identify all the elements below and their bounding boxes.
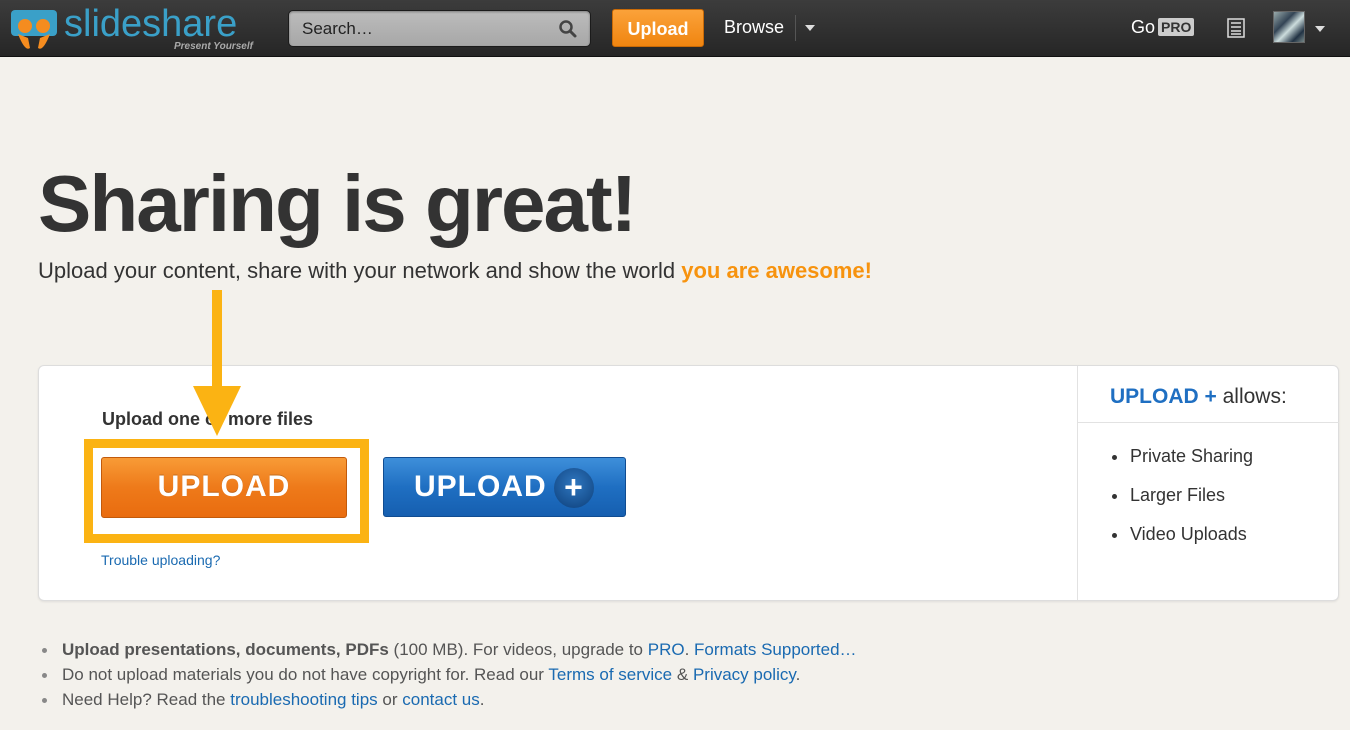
subtitle-highlight: you are awesome!: [681, 258, 872, 283]
page-subtitle: Upload your content, share with your net…: [38, 258, 872, 284]
terms-link[interactable]: Terms of service: [548, 665, 672, 684]
pro-link[interactable]: PRO: [648, 640, 685, 659]
subtitle-text: Upload your content, share with your net…: [38, 258, 682, 283]
sidebar-header: UPLOAD + allows:: [1078, 366, 1339, 423]
note-bold: Upload presentations, documents, PDFs: [62, 640, 389, 659]
user-avatar[interactable]: [1273, 11, 1305, 43]
troubleshooting-link[interactable]: troubleshooting tips: [230, 690, 377, 709]
feature-list: Private Sharing Larger Files Video Uploa…: [1111, 446, 1253, 563]
slideshare-logo[interactable]: slideshare Present Yourself: [8, 3, 270, 54]
search-icon[interactable]: [558, 19, 578, 39]
upload-plus-sidebar: UPLOAD + allows: Private Sharing Larger …: [1077, 366, 1339, 600]
chevron-down-icon[interactable]: [1315, 26, 1325, 32]
annotation-arrow-shaft: [212, 290, 222, 390]
upload-nav-button[interactable]: Upload: [612, 9, 704, 47]
note-text: Do not upload materials you do not have …: [62, 665, 549, 684]
arrow-down-icon: [193, 386, 241, 436]
sidebar-title-bold: UPLOAD +: [1110, 385, 1217, 408]
slideshare-logo-icon: [11, 10, 57, 49]
page-title: Sharing is great!: [38, 159, 637, 248]
note-text: &: [672, 665, 693, 684]
upload-notes: Upload presentations, documents, PDFs (1…: [42, 640, 857, 715]
upload-button[interactable]: UPLOAD: [101, 457, 347, 518]
go-pro-link[interactable]: Go PRO: [1131, 17, 1195, 38]
browse-divider: [795, 15, 796, 41]
search-placeholder: Search…: [302, 19, 373, 38]
list-item: Do not upload materials you do not have …: [42, 665, 857, 690]
go-pro-label: Go: [1131, 17, 1156, 37]
logo-tagline: Present Yourself: [174, 41, 253, 52]
note-text: .: [684, 640, 695, 659]
list-item: Private Sharing: [1111, 446, 1253, 485]
sidebar-title: UPLOAD + allows:: [1110, 385, 1287, 409]
formats-supported-link[interactable]: Formats Supported…: [694, 640, 857, 659]
list-item: Need Help? Read the troubleshooting tips…: [42, 690, 857, 715]
logo-wordmark: slideshare: [64, 3, 237, 46]
top-navbar: slideshare Present Yourself Search… Uplo…: [0, 0, 1350, 57]
list-item: Larger Files: [1111, 485, 1253, 524]
note-text: .: [479, 690, 485, 709]
note-text: or: [377, 690, 403, 709]
pro-badge: PRO: [1158, 18, 1195, 36]
contact-link[interactable]: contact us: [402, 690, 480, 709]
sidebar-title-rest: allows:: [1216, 385, 1287, 408]
list-item: Upload presentations, documents, PDFs (1…: [42, 640, 857, 665]
note-text: .: [795, 665, 801, 684]
note-text: (100 MB). For videos, upgrade to: [388, 640, 648, 659]
logo-word-slide: slide: [64, 3, 143, 45]
upload-plus-label: UPLOAD: [414, 470, 547, 503]
list-icon[interactable]: [1227, 18, 1245, 38]
privacy-link[interactable]: Privacy policy: [693, 665, 796, 684]
search-input[interactable]: Search…: [288, 10, 591, 47]
trouble-uploading-link[interactable]: Trouble uploading?: [101, 552, 220, 568]
browse-menu[interactable]: Browse: [724, 17, 784, 38]
note-text: Need Help? Read the: [62, 690, 231, 709]
list-item: Video Uploads: [1111, 524, 1253, 563]
upload-plus-button[interactable]: UPLOAD +: [383, 457, 626, 517]
plus-icon: +: [554, 468, 594, 508]
logo-word-share: share: [142, 3, 238, 45]
chevron-down-icon[interactable]: [805, 25, 815, 31]
